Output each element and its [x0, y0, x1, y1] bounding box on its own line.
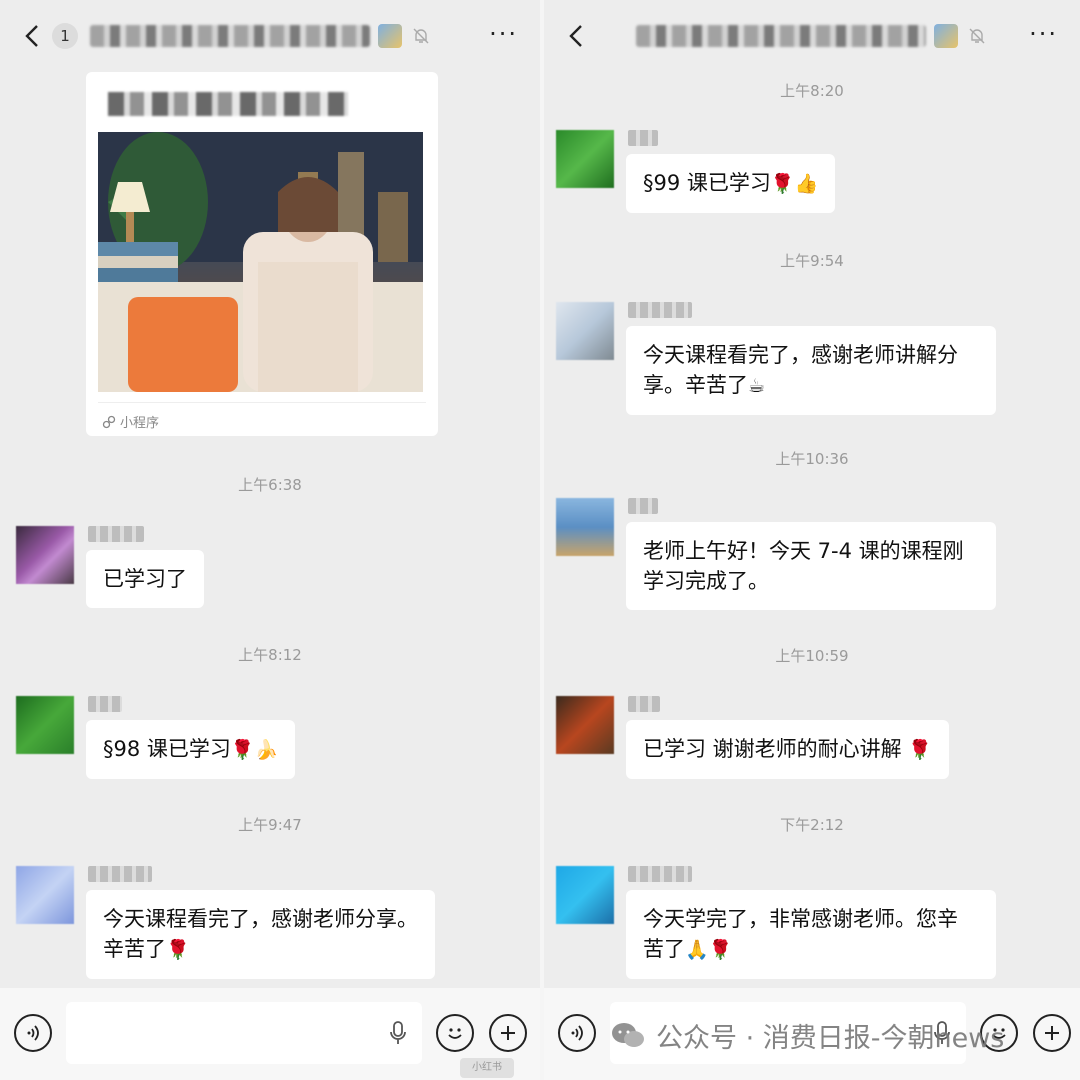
mute-icon [969, 28, 985, 44]
message-bubble[interactable]: §98 课已学习🌹🍌 [86, 720, 296, 779]
chat-header: ··· [544, 0, 1080, 72]
card-divider [98, 402, 426, 403]
timestamp: 上午8:12 [238, 646, 302, 664]
plus-button[interactable] [489, 1014, 527, 1052]
sender-name [628, 302, 692, 318]
message-text: 已学习 谢谢老师的耐心讲解 [643, 737, 902, 761]
back-button[interactable] [18, 21, 48, 51]
message-text: 辛苦了 [103, 937, 166, 961]
message-text: 今天学完了，非常感谢老师。您辛 [643, 907, 958, 931]
sender-name [628, 866, 692, 882]
mini-program-card[interactable]: 小程序 [86, 72, 438, 436]
group-badge-icon [934, 24, 958, 48]
avatar[interactable] [556, 498, 614, 556]
voice-button[interactable] [558, 1014, 596, 1052]
watermark-text: 公众号 · 消费日报-今朝news [656, 1023, 1005, 1054]
plus-button[interactable] [1033, 1014, 1071, 1052]
message-bubble[interactable]: 今天课程看完了，感谢老师讲解分 享。辛苦了☕ [626, 326, 996, 415]
message-text: 已学习了 [103, 567, 187, 591]
sender-name [628, 696, 660, 712]
avatar[interactable] [16, 866, 74, 924]
wechat-logo-icon [612, 1022, 644, 1047]
timestamp: 上午10:36 [775, 450, 849, 468]
message-text: 今天课程看完了，感谢老师分享。 [103, 907, 418, 931]
sender-name [88, 526, 144, 542]
avatar[interactable] [16, 696, 74, 754]
timestamp: 上午6:38 [238, 476, 302, 494]
message-bubble[interactable]: 已学习 谢谢老师的耐心讲解 🌹 [626, 720, 950, 779]
card-thumbnail [98, 132, 423, 392]
sender-name [88, 696, 122, 712]
message-bubble[interactable]: §99 课已学习🌹👍 [626, 154, 836, 213]
emoji-button[interactable] [436, 1014, 474, 1052]
message-text: 苦了 [643, 937, 685, 961]
message-bubble[interactable]: 老师上午好！今天 7-4 课的课程刚 学习完成了。 [626, 522, 996, 610]
sender-name [628, 498, 658, 514]
timestamp: 上午10:59 [775, 647, 849, 665]
timestamp: 上午9:47 [238, 816, 302, 834]
input-bar [0, 988, 540, 1080]
emoji-icon [448, 1028, 462, 1039]
voice-icon [27, 1025, 39, 1041]
message-text: 老师上午好！今天 7-4 课的课程刚 [643, 539, 964, 563]
plus-icon [1045, 1026, 1059, 1040]
unread-count-badge: 1 [52, 23, 78, 49]
more-icon[interactable]: ··· [489, 22, 518, 46]
left-chat-pane: 1 ··· 小程序 上午6:38 已学习了 上午8:12 §98 课已学习🌹🍌 … [0, 0, 540, 1080]
watermark: 公众号 · 消费日报-今朝news [610, 1016, 1004, 1055]
emoji: 🌹👍 [770, 173, 819, 195]
message-bubble[interactable]: 已学习了 [86, 550, 204, 608]
chat-title [636, 25, 926, 47]
card-footer: 小程序 [102, 412, 159, 431]
avatar[interactable] [556, 130, 614, 188]
emoji: 🌹🍌 [230, 739, 279, 761]
mic-icon[interactable] [388, 1020, 408, 1046]
voice-button[interactable] [14, 1014, 52, 1052]
message-input[interactable] [66, 1002, 422, 1064]
chat-title [90, 25, 370, 47]
more-icon[interactable]: ··· [1029, 22, 1058, 46]
message-text: 今天课程看完了，感谢老师讲解分 [643, 343, 958, 367]
emoji: 🙏🌹 [685, 939, 733, 961]
timestamp: 上午9:54 [780, 252, 844, 270]
chat-header: 1 ··· [0, 0, 540, 72]
card-footer-label: 小程序 [120, 416, 160, 431]
timestamp: 上午8:20 [780, 82, 844, 100]
avatar[interactable] [556, 302, 614, 360]
emoji: 🌹 [166, 939, 190, 961]
right-chat-pane: ··· 上午8:20 §99 课已学习🌹👍 上午9:54 今天课程看完了，感谢老… [540, 0, 1080, 1080]
plus-icon [501, 1026, 515, 1040]
mute-icon [413, 28, 429, 44]
sender-name [628, 130, 658, 146]
message-text: 学习完成了。 [643, 569, 769, 593]
sender-name [88, 866, 152, 882]
emoji: 🌹 [908, 739, 933, 761]
card-title [108, 92, 348, 116]
avatar[interactable] [556, 866, 614, 924]
back-icon [569, 25, 582, 47]
voice-icon [571, 1025, 583, 1041]
back-icon [25, 25, 38, 47]
timestamp: 下午2:12 [780, 816, 844, 834]
group-badge-icon [378, 24, 402, 48]
avatar[interactable] [16, 526, 74, 584]
message-text: §99 课已学习 [643, 171, 771, 195]
message-text: §98 课已学习 [103, 737, 231, 761]
mini-program-icon [102, 415, 116, 428]
avatar[interactable] [556, 696, 614, 754]
emoji: ☕ [748, 375, 766, 397]
message-bubble[interactable]: 今天课程看完了，感谢老师分享。 辛苦了🌹 [86, 890, 435, 979]
back-button[interactable] [562, 21, 592, 51]
message-bubble[interactable]: 今天学完了，非常感谢老师。您辛 苦了🙏🌹 [626, 890, 996, 979]
message-text: 享。辛苦了 [643, 373, 748, 397]
source-tag: 小红书 [460, 1058, 514, 1078]
